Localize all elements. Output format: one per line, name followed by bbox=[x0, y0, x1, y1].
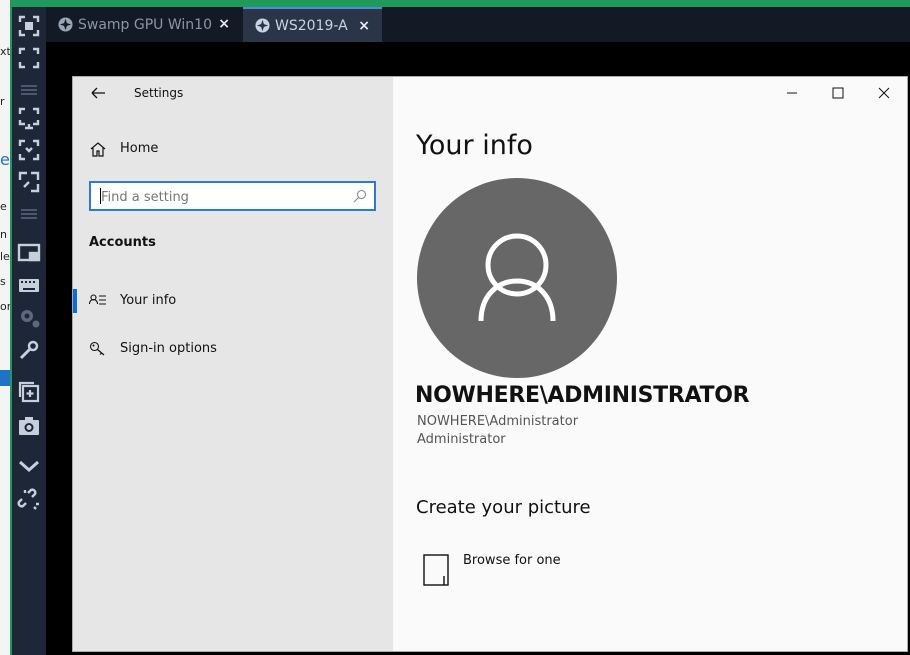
remote-toolbar bbox=[12, 7, 46, 655]
create-picture-heading: Create your picture bbox=[416, 497, 591, 518]
fit-screen-icon[interactable] bbox=[15, 105, 43, 131]
bg-fragment: n bbox=[0, 228, 7, 241]
bg-fragment: le bbox=[0, 250, 10, 263]
expand-icon[interactable] bbox=[15, 45, 43, 71]
search-icon[interactable] bbox=[353, 189, 367, 203]
search-input[interactable] bbox=[99, 187, 348, 207]
tab-close-button[interactable]: × bbox=[358, 18, 370, 34]
monitor-icon[interactable] bbox=[15, 241, 43, 267]
settings-window: Settings Home Accounts Your info bbox=[72, 76, 908, 652]
nav-item-home[interactable]: Home bbox=[73, 133, 393, 165]
chevron-down-icon[interactable] bbox=[15, 453, 43, 479]
back-arrow-icon[interactable] bbox=[87, 83, 109, 103]
add-window-icon[interactable] bbox=[15, 379, 43, 405]
page-title: Your info bbox=[416, 130, 533, 161]
nav-item-sign-in-options[interactable]: Sign-in options bbox=[73, 333, 393, 365]
window-title: Settings bbox=[134, 86, 184, 100]
search-box[interactable] bbox=[89, 181, 376, 211]
link-icon[interactable] bbox=[15, 487, 43, 513]
nav-item-label: Sign-in options bbox=[120, 341, 217, 356]
bg-fragment: r bbox=[0, 95, 5, 108]
window-focus-border bbox=[10, 0, 910, 7]
bg-fragment: or bbox=[0, 300, 10, 313]
nav-item-label: Home bbox=[120, 141, 159, 156]
bg-fragment: e bbox=[0, 200, 7, 213]
divider-icon bbox=[15, 201, 43, 227]
bg-selection bbox=[0, 370, 10, 386]
settings-nav-pane: Settings Home Accounts Your info bbox=[73, 77, 393, 651]
tab-label: WS2019-A bbox=[275, 17, 348, 34]
connection-icon bbox=[255, 18, 270, 33]
display-name: NOWHERE\ADMINISTRATOR bbox=[415, 383, 750, 408]
divider-icon bbox=[15, 77, 43, 103]
nav-item-label: Your info bbox=[120, 293, 177, 308]
camera-icon[interactable] bbox=[15, 413, 43, 439]
browse-file-icon[interactable] bbox=[423, 554, 449, 586]
account-role: Administrator bbox=[417, 432, 506, 447]
fit-window-icon[interactable] bbox=[15, 137, 43, 163]
settings-content-pane: Your info NOWHERE\ADMINISTRATOR NOWHERE\… bbox=[393, 77, 907, 651]
fullscreen-icon[interactable] bbox=[15, 13, 43, 39]
user-silhouette-icon bbox=[478, 233, 556, 322]
close-icon bbox=[878, 87, 890, 99]
settings-gear-icon[interactable] bbox=[15, 305, 43, 331]
account-name: NOWHERE\Administrator bbox=[417, 414, 579, 429]
maximize-button[interactable] bbox=[825, 83, 851, 103]
home-icon bbox=[90, 142, 106, 157]
connection-icon bbox=[58, 17, 73, 32]
close-button[interactable] bbox=[871, 83, 897, 103]
background-window-slice: xt r e e n le s or bbox=[0, 0, 10, 655]
resize-icon[interactable] bbox=[15, 169, 43, 195]
minimize-icon bbox=[787, 92, 797, 94]
person-list-icon bbox=[89, 294, 106, 305]
bg-fragment: s bbox=[0, 275, 6, 288]
tab-close-button[interactable]: × bbox=[218, 16, 230, 32]
bg-fragment: xt bbox=[0, 45, 10, 58]
minimize-button[interactable] bbox=[779, 83, 805, 103]
section-title-accounts: Accounts bbox=[89, 235, 156, 250]
tab-swamp-gpu-win10[interactable]: Swamp GPU Win10 × bbox=[46, 7, 242, 42]
maximize-icon bbox=[832, 87, 844, 99]
tab-label: Swamp GPU Win10 bbox=[78, 16, 212, 33]
wrench-icon[interactable] bbox=[15, 337, 43, 363]
tab-bar: Swamp GPU Win10 × WS2019-A × bbox=[46, 7, 910, 42]
bg-fragment: e bbox=[0, 150, 10, 169]
nav-item-your-info[interactable]: Your info bbox=[73, 285, 393, 317]
keyboard-icon[interactable] bbox=[15, 273, 43, 299]
tab-ws2019-a[interactable]: WS2019-A × bbox=[243, 7, 382, 42]
key-icon bbox=[89, 341, 105, 356]
avatar bbox=[417, 178, 617, 378]
browse-for-one-link[interactable]: Browse for one bbox=[463, 553, 561, 568]
